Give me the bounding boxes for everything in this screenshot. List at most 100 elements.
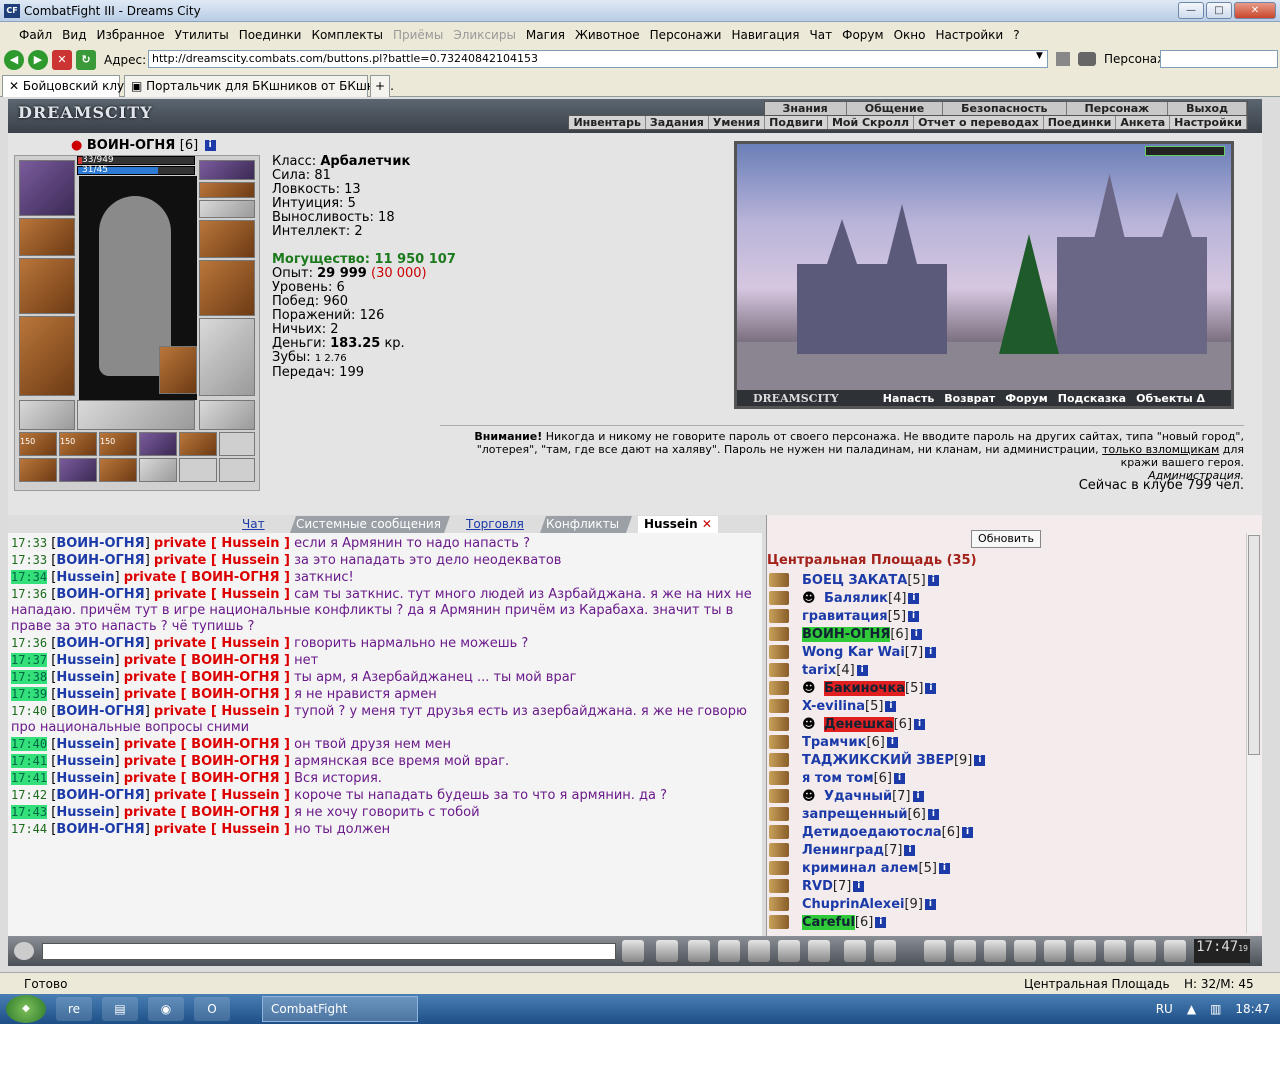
info-icon[interactable]: i (927, 574, 939, 586)
info-icon[interactable]: i (925, 646, 937, 658)
info-icon[interactable]: i (856, 664, 868, 676)
tab-portal[interactable]: ▣ Портальчик для БКшников от БКшни... (124, 75, 394, 97)
menu-item[interactable]: Избранное (91, 28, 169, 42)
header-nav-item[interactable]: Отчет о переводах (914, 116, 1044, 129)
menu-item[interactable]: Магия (521, 28, 570, 42)
header-nav-item[interactable]: Инвентарь (569, 116, 646, 129)
message-recipient[interactable]: Hussein (221, 536, 279, 551)
zone-icon[interactable] (778, 940, 800, 962)
header-nav-item[interactable]: Умения (709, 116, 766, 129)
menu-item[interactable]: Файл (14, 28, 57, 42)
scene-link[interactable]: Форум (1005, 392, 1048, 405)
item-slot-4[interactable] (139, 458, 177, 482)
tab-fight-club[interactable]: ✕ Бойцовский клуб (2, 75, 132, 98)
message-recipient[interactable]: Hussein (221, 553, 279, 568)
menu-item[interactable]: Эликсиры (448, 28, 521, 42)
header-nav-item[interactable]: Выход (1168, 102, 1247, 115)
user-nick[interactable]: ChuprinAlexei (802, 897, 904, 912)
menu-item[interactable]: Комплекты (306, 28, 388, 42)
potion-slot-3[interactable]: 150 (99, 432, 137, 456)
user-nick[interactable]: Careful (802, 914, 855, 930)
menu-item[interactable]: ? (1008, 28, 1024, 42)
tools-icon[interactable] (1078, 52, 1096, 66)
user-nick[interactable]: RVD (802, 879, 833, 894)
chat-input[interactable] (42, 943, 616, 960)
private-message-icon[interactable] (769, 663, 789, 677)
tab-hussein[interactable]: Hussein ✕ (638, 516, 718, 533)
person-select[interactable] (1160, 50, 1278, 68)
private-message-icon[interactable] (769, 897, 789, 911)
private-message-icon[interactable] (769, 753, 789, 767)
save-icon[interactable] (718, 940, 740, 962)
user-nick[interactable]: Балялик (824, 591, 888, 606)
message-recipient[interactable]: ВОИН-ОГНЯ (191, 670, 279, 685)
enter-icon[interactable] (622, 940, 644, 962)
message-sender[interactable]: ВОИН-ОГНЯ (56, 587, 144, 602)
tab-system[interactable]: Системные сообщения (290, 516, 450, 533)
empty-slot[interactable] (219, 458, 255, 482)
private-message-icon[interactable] (769, 789, 789, 803)
message-sender[interactable]: Hussein (56, 805, 114, 820)
user-nick[interactable]: гравитация (802, 609, 888, 624)
info-icon[interactable]: i (908, 592, 920, 604)
header-nav-item[interactable]: Общение (847, 102, 944, 115)
rings-slot[interactable] (199, 200, 255, 218)
taskbar-app-re[interactable]: re (56, 997, 92, 1021)
item-slot-3[interactable] (99, 458, 137, 482)
sound-icon[interactable] (808, 940, 830, 962)
message-sender[interactable]: Hussein (56, 653, 114, 668)
info-icon[interactable]: i (875, 916, 887, 928)
header-nav-item[interactable]: Мой Скролл (828, 116, 915, 129)
message-recipient[interactable]: Hussein (221, 822, 279, 837)
forward-icon[interactable]: ▶ (28, 49, 48, 70)
menu-item[interactable]: Поединки (234, 28, 307, 42)
message-recipient[interactable]: Hussein (221, 587, 279, 602)
header-nav-item[interactable]: Подвиги (765, 116, 828, 129)
empty-slot[interactable] (219, 432, 255, 456)
header-nav-item[interactable]: Настройки (1170, 116, 1247, 129)
info-icon[interactable]: i (925, 682, 937, 694)
info-icon[interactable]: i (886, 736, 898, 748)
user-nick[interactable]: я том том (802, 771, 874, 786)
user-nick[interactable]: ВОИН-ОГНЯ (802, 626, 891, 642)
tab-conflicts[interactable]: Конфликты (540, 516, 632, 533)
helmet-slot[interactable] (19, 160, 75, 216)
private-message-icon[interactable] (769, 717, 789, 731)
boots-slot[interactable] (199, 400, 255, 430)
potion-slot-2[interactable]: 150 (59, 432, 97, 456)
refresh-button[interactable]: Обновить (971, 530, 1041, 548)
glove-icon[interactable] (1044, 940, 1066, 962)
scroll-slot-1[interactable] (139, 432, 177, 456)
maximize-button[interactable]: □ (1206, 2, 1232, 19)
pocket-slots[interactable] (77, 400, 195, 430)
user-nick[interactable]: криминал алем (802, 861, 919, 876)
info-icon[interactable]: i (908, 610, 920, 622)
user-nick[interactable]: Ленинград (802, 843, 884, 858)
private-message-icon[interactable] (769, 915, 789, 929)
user-nick[interactable]: Денешка (824, 716, 894, 732)
private-message-icon[interactable] (769, 735, 789, 749)
armor-slot[interactable] (19, 316, 75, 396)
fight-icon[interactable] (748, 940, 770, 962)
close-tab-icon[interactable]: ✕ (702, 517, 712, 531)
message-sender[interactable]: Hussein (56, 737, 114, 752)
message-recipient[interactable]: ВОИН-ОГНЯ (191, 754, 279, 769)
user-nick[interactable]: X-evilina (802, 699, 865, 714)
private-message-icon[interactable] (769, 879, 789, 893)
menu-item[interactable]: Приёмы (388, 28, 448, 42)
private-message-icon[interactable] (769, 825, 789, 839)
private-message-icon[interactable] (769, 861, 789, 875)
menu-item[interactable]: Окно (889, 28, 931, 42)
location-scene[interactable]: DREAMSCITY Напасть Возврат Форум Подсказка О… (734, 141, 1234, 409)
info-icon[interactable]: i (924, 898, 936, 910)
go-icon[interactable] (1056, 52, 1070, 66)
private-message-icon[interactable] (769, 645, 789, 659)
warning-link[interactable]: только взломщикам (1102, 443, 1219, 456)
message-sender[interactable]: ВОИН-ОГНЯ (56, 636, 144, 651)
language-indicator[interactable]: RU (1156, 1002, 1173, 1016)
message-recipient[interactable]: Hussein (221, 704, 279, 719)
filter-icon[interactable] (688, 940, 710, 962)
message-sender[interactable]: ВОИН-ОГНЯ (56, 704, 144, 719)
message-recipient[interactable]: ВОИН-ОГНЯ (191, 737, 279, 752)
spell-icon[interactable] (924, 940, 946, 962)
